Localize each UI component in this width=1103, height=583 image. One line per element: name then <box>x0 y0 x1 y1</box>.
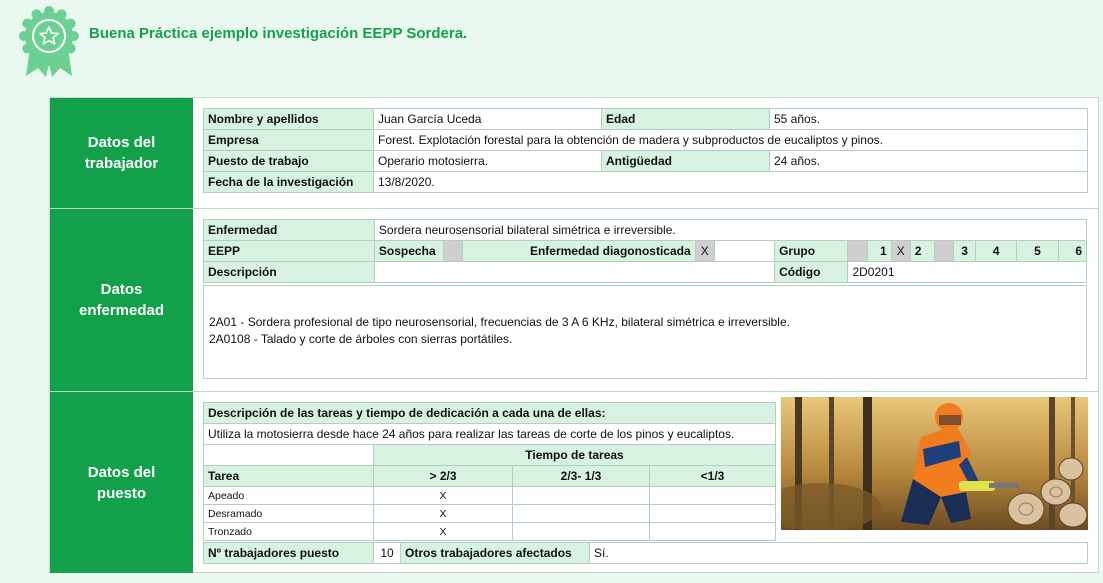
task-mark <box>512 522 650 541</box>
disease-table: Enfermedad Sordera neurosensorial bilate… <box>203 219 1088 283</box>
group-6: 6 <box>1057 240 1088 262</box>
page-header: Buena Práctica ejemplo investigación EEP… <box>18 6 718 78</box>
time-heading: Tiempo de tareas <box>373 444 776 466</box>
name-value: Juan García Uceda <box>373 108 602 130</box>
name-label: Nombre y apellidos <box>203 108 374 130</box>
seniority-label: Antigüedad <box>601 150 770 172</box>
star-medal-icon <box>19 6 79 77</box>
investigation-card: Datos del trabajador Nombre y apellidos … <box>49 97 1099 573</box>
description-box: 2A01 - Sordera profesional de tipo neuro… <box>203 285 1087 379</box>
disease-label: Enfermedad <box>203 219 375 241</box>
col-header: <1/3 <box>649 465 776 487</box>
description-line: 2A0108 - Talado y corte de árboles con s… <box>209 332 513 346</box>
task-mark: X <box>373 486 513 505</box>
description-line: 2A01 - Sordera profesional de tipo neuro… <box>209 315 790 329</box>
description-spacer <box>373 261 776 283</box>
task-mark <box>649 522 776 541</box>
job-label: Puesto de trabajo <box>203 150 374 172</box>
group-4: 4 <box>975 240 1018 262</box>
job-section: Datos del puesto Descripción de las tare… <box>50 392 1098 573</box>
code-label: Código <box>774 261 849 283</box>
chainsaw-worker-photo <box>781 397 1088 530</box>
diagnosed-checkbox: X <box>694 240 715 262</box>
task-col-header: Tarea <box>203 465 374 487</box>
tasks-heading: Descripción de las tareas y tiempo de de… <box>203 402 776 424</box>
diagnosed-spacer <box>713 240 776 262</box>
date-label: Fecha de la investigación <box>203 171 374 193</box>
task-mark <box>512 504 650 523</box>
company-value: Forest. Explotación forestal para la obt… <box>373 129 1088 151</box>
col-header: 2/3- 1/3 <box>512 465 650 487</box>
group-box <box>933 240 955 262</box>
worker-section: Datos del trabajador Nombre y apellidos … <box>50 98 1098 209</box>
time-heading-spacer <box>203 444 374 466</box>
worker-section-label: Datos del trabajador <box>50 98 193 208</box>
age-value: 55 años. <box>769 108 1088 130</box>
description-label: Descripción <box>203 261 375 283</box>
group-1: 1 <box>866 240 892 262</box>
date-value: 13/8/2020. <box>373 171 1088 193</box>
worker-table: Nombre y apellidos Juan García Uceda Eda… <box>203 108 1088 193</box>
page-title: Buena Práctica ejemplo investigación EEP… <box>89 25 468 42</box>
suspicion-label: Sospecha <box>373 240 445 262</box>
task-mark <box>649 504 776 523</box>
group-3: 3 <box>952 240 977 262</box>
task-name: Apeado <box>203 486 374 505</box>
suspicion-checkbox <box>443 240 464 262</box>
diagnosed-label: Enfermedad diagonosticada <box>462 240 696 262</box>
task-mark: X <box>373 522 513 541</box>
workers-table: Nº trabajadores puesto 10 Otros trabajad… <box>203 542 1088 564</box>
others-value: Sí. <box>589 542 1088 564</box>
job-value: Operario motosierra. <box>373 150 602 172</box>
task-name: Tronzado <box>203 522 374 541</box>
group-5: 5 <box>1016 240 1059 262</box>
task-mark <box>512 486 650 505</box>
code-value: 2D0201 <box>847 261 1087 283</box>
group-box <box>847 240 868 262</box>
workers-label: Nº trabajadores puesto <box>203 542 374 564</box>
tasks-text: Utiliza la motosierra desde hace 24 años… <box>203 423 776 445</box>
group-label: Grupo <box>774 240 849 262</box>
disease-value: Sordera neurosensorial bilateral simétri… <box>373 219 1088 241</box>
task-mark <box>649 486 776 505</box>
others-label: Otros trabajadores afectados <box>400 542 590 564</box>
disease-section: Datos enfermedad Enfermedad Sordera neur… <box>50 209 1098 392</box>
task-mark: X <box>373 504 513 523</box>
disease-section-label: Datos enfermedad <box>50 209 193 391</box>
group-2: 2 <box>909 240 935 262</box>
age-label: Edad <box>601 108 770 130</box>
eepp-label: EEPP <box>203 240 375 262</box>
group-checkbox: X <box>890 240 911 262</box>
task-name: Desramado <box>203 504 374 523</box>
tasks-table: Descripción de las tareas y tiempo de de… <box>203 402 776 541</box>
seniority-value: 24 años. <box>769 150 1088 172</box>
job-section-label: Datos del puesto <box>50 392 193 573</box>
col-header: > 2/3 <box>373 465 513 487</box>
workers-value: 10 <box>373 542 401 564</box>
company-label: Empresa <box>203 129 374 151</box>
